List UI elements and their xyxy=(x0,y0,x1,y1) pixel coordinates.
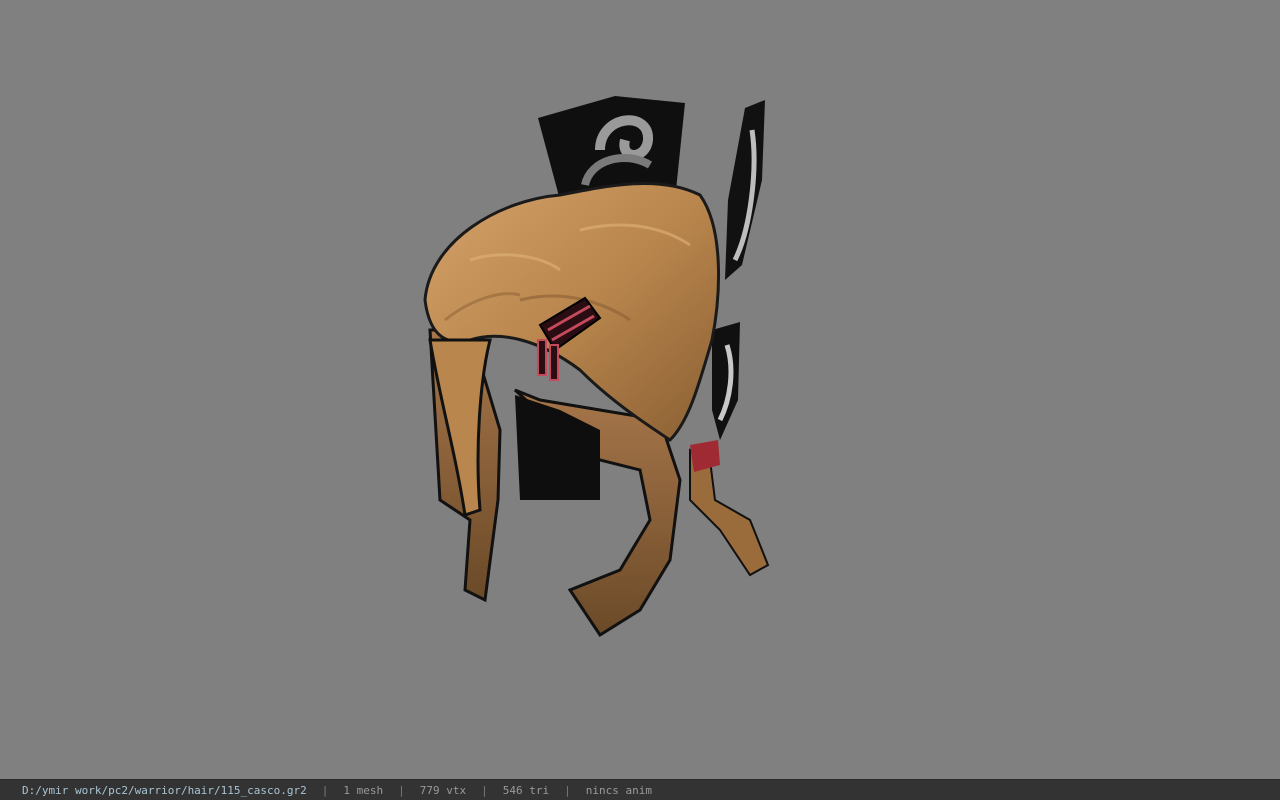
3d-viewport[interactable] xyxy=(0,0,1280,779)
triangle-count: 546 tri xyxy=(502,783,550,797)
animation-status: nincs anim xyxy=(585,783,652,797)
separator: | xyxy=(564,783,571,797)
separator: | xyxy=(321,783,329,797)
vertex-count: 779 vtx xyxy=(419,783,467,797)
status-bar: D:/ymir work/pc2/warrior/hair/115_casco.… xyxy=(0,779,1280,800)
separator: | xyxy=(481,783,488,797)
hair-model[interactable] xyxy=(0,0,1280,779)
separator: | xyxy=(398,783,405,797)
mesh-count: 1 mesh xyxy=(343,783,384,797)
file-path: D:/ymir work/pc2/warrior/hair/115_casco.… xyxy=(22,783,307,797)
